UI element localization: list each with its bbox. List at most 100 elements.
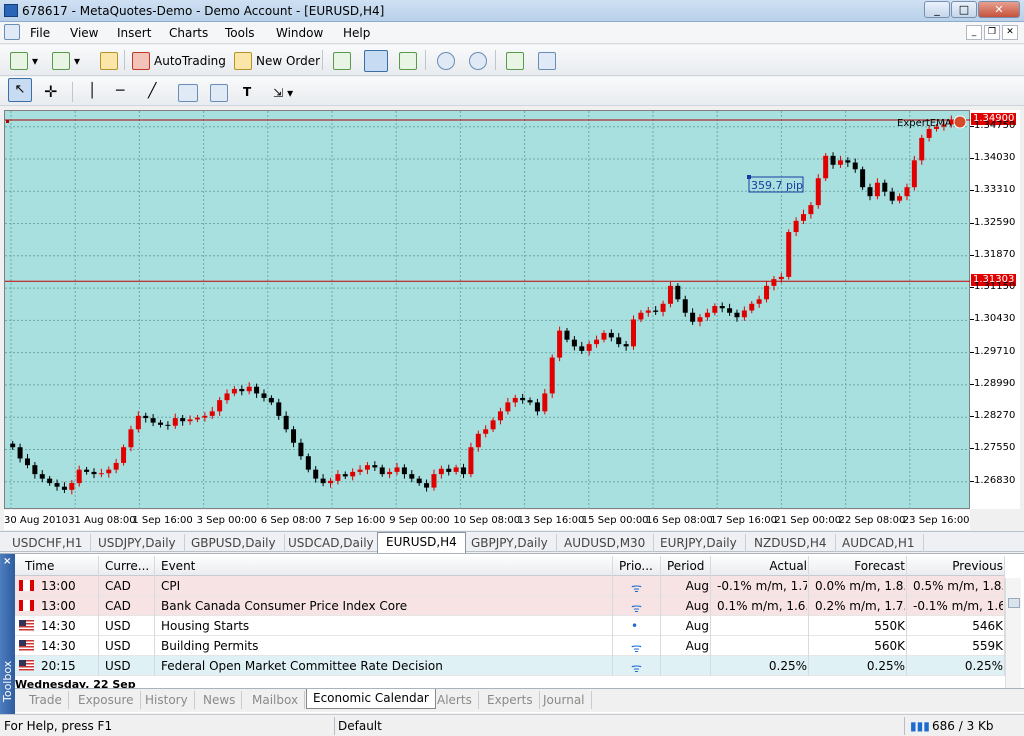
horizontal-line-button[interactable]: ─ [116, 80, 124, 102]
autotrading-button[interactable]: AutoTrading [132, 50, 226, 72]
calendar-row[interactable]: 14:30 USD Housing Starts • Aug 550K 546K [15, 616, 1005, 636]
chart-tab-audusd-m30[interactable]: AUDUSD,M30 [556, 534, 655, 552]
candlestick-chart[interactable]: 359.7 pip ExpertEMA [5, 111, 971, 510]
zoom-out-button[interactable] [469, 50, 487, 72]
calendar-row[interactable]: 20:15 USD Federal Open Market Committee Ra… [15, 656, 1005, 676]
calendar-previous: -0.1% m/m, 1.6... [913, 599, 1003, 613]
chart-tab-usdchf-h1[interactable]: USDCHF,H1 [4, 534, 92, 552]
bull-candle [135, 415, 141, 430]
bull-candle [874, 182, 880, 197]
price-tick-label: 1.33310 [974, 184, 1016, 196]
toolbox-tab-experts[interactable]: Experts [481, 691, 540, 709]
text-label-button[interactable]: T [243, 81, 251, 103]
calendar-row[interactable]: 13:00 CAD CPI ᯤ Aug -0.1% m/m, 1.7... 0.0% m/m… [15, 576, 1005, 596]
scrollbar-thumb[interactable] [1008, 598, 1020, 608]
toolbox-tab-journal[interactable]: Journal [537, 691, 592, 709]
chart-tab-usdcad-daily[interactable]: USDCAD,Daily [280, 534, 383, 552]
mdi-restore-button[interactable]: ❐ [984, 25, 1000, 40]
chart-tab-eurjpy-daily[interactable]: EURJPY,Daily [652, 534, 746, 552]
toolbox-tab-history[interactable]: History [139, 691, 195, 709]
menu-help[interactable]: Help [343, 26, 370, 40]
time-tick-label: 30 Aug 2010 [4, 515, 69, 526]
price-tick-label: 1.31150 [974, 281, 1016, 293]
column-header-time[interactable]: Time [25, 559, 97, 573]
cursor-icon: ↖ [8, 78, 32, 102]
mdi-minimize-button[interactable]: _ [966, 25, 982, 40]
toolbox-tab-economic-calendar[interactable]: Economic Calendar [306, 689, 436, 709]
crosshair-button[interactable]: ✛ [44, 80, 57, 102]
bear-candle [276, 402, 282, 416]
column-header-prio[interactable]: Prio... [619, 559, 659, 573]
calendar-period: Aug [685, 639, 709, 653]
trendline-button[interactable]: ╱ [148, 80, 156, 102]
zoom-out-icon [469, 52, 487, 70]
zoom-in-button[interactable] [437, 50, 455, 72]
bear-candle [675, 285, 681, 300]
bar-chart-button[interactable] [333, 50, 351, 72]
menu-window[interactable]: Window [276, 26, 323, 40]
fibonacci-button[interactable] [210, 82, 228, 104]
column-header-actual[interactable]: Actual [717, 559, 807, 573]
profiles-button[interactable]: ▾ [52, 50, 80, 72]
toolbox-tab-alerts[interactable]: Alerts [431, 691, 479, 709]
price-tick-label: 1.27550 [974, 442, 1016, 454]
bull-candle [756, 299, 762, 304]
menu-file[interactable]: File [30, 26, 50, 40]
column-header-forecast[interactable]: Forecast [815, 559, 905, 573]
bull-candle [217, 400, 223, 412]
menu-tools[interactable]: Tools [225, 26, 255, 40]
mdi-close-button[interactable]: ✕ [1002, 25, 1018, 40]
chart-tab-audcad-h1[interactable]: AUDCAD,H1 [834, 534, 924, 552]
toolbox-tab-mailbox[interactable]: Mailbox [246, 691, 306, 709]
minimize-button[interactable]: _ [924, 1, 950, 18]
new-chart-button[interactable]: ▾ [10, 50, 38, 72]
chart-tab-gbpjpy-daily[interactable]: GBPJPY,Daily [463, 534, 557, 552]
calendar-row[interactable]: 13:00 CAD Bank Canada Consumer Price Index… [15, 596, 1005, 616]
bear-candle [320, 478, 326, 484]
chart-tab-nzdusd-h4[interactable]: NZDUSD,H4 [746, 534, 836, 552]
menu-charts[interactable]: Charts [169, 26, 208, 40]
bull-candle [350, 471, 356, 477]
chart-window-icon[interactable] [4, 24, 20, 40]
candlestick-button[interactable] [364, 50, 388, 72]
toolbox-tab-trade[interactable]: Trade [23, 691, 69, 709]
time-axis[interactable]: 30 Aug 2010 31 Aug 08:00 1 Sep 16:00 3 Sep … [4, 510, 970, 530]
bull-candle [512, 397, 518, 403]
calendar-scrollbar[interactable] [1005, 578, 1021, 690]
chart-window: 359.7 pip ExpertEMA 1.34900 1.31303 1.347… [0, 107, 1024, 531]
arrows-button[interactable]: ⇲ ▾ [273, 82, 293, 104]
bull-candle [335, 474, 341, 481]
vertical-line-button[interactable]: │ [88, 80, 96, 102]
column-header-previous[interactable]: Previous [913, 559, 1003, 573]
menu-insert[interactable]: Insert [117, 26, 151, 40]
price-chart[interactable]: 359.7 pip ExpertEMA [4, 110, 971, 510]
autoscroll-button[interactable] [506, 50, 524, 72]
calendar-previous: 0.25% [964, 659, 1003, 673]
close-button[interactable]: ✕ [978, 1, 1020, 18]
column-divider [710, 656, 711, 676]
column-divider [808, 616, 809, 636]
new-order-button[interactable]: New Order [234, 50, 320, 72]
chart-tab-usdjpy-daily[interactable]: USDJPY,Daily [90, 534, 185, 552]
market-watch-button[interactable] [100, 50, 118, 72]
calendar-row[interactable]: 14:30 USD Building Permits ᯤ Aug 560K 559K [15, 636, 1005, 656]
chart-shift-button[interactable] [538, 50, 556, 72]
bear-candle [860, 169, 866, 188]
column-header-event[interactable]: Event [161, 559, 611, 573]
column-header-period[interactable]: Period [667, 559, 709, 573]
chart-tab-gbpusd-daily[interactable]: GBPUSD,Daily [183, 534, 285, 552]
bear-candle [17, 447, 23, 459]
toolbox-tab-exposure[interactable]: Exposure [72, 691, 141, 709]
line-chart-button[interactable] [399, 50, 417, 72]
column-header-curre[interactable]: Curre... [105, 559, 153, 573]
toolbox-close-icon[interactable]: × [3, 556, 11, 567]
menu-view[interactable]: View [70, 26, 98, 40]
pip-measure-anchor [747, 175, 751, 179]
chart-tab-eurusd-h4[interactable]: EURUSD,H4 [377, 532, 466, 553]
equidistant-channel-button[interactable] [178, 82, 198, 104]
cursor-button[interactable]: ↖ [8, 78, 32, 102]
toolbox-tab-news[interactable]: News [197, 691, 243, 709]
bear-candle [342, 474, 348, 477]
price-axis[interactable]: 1.34900 1.31303 1.34750 1.34030 1.33310 1.3… [970, 110, 1020, 509]
maximize-button[interactable]: □ [951, 1, 977, 18]
